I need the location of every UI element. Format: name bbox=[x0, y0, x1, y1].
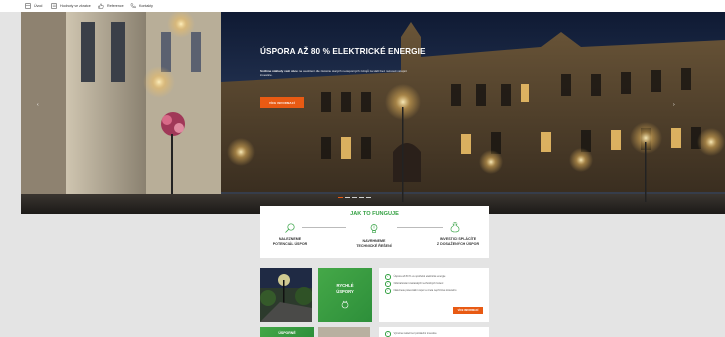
slider-dot[interactable] bbox=[359, 197, 364, 199]
step-connector bbox=[397, 227, 443, 228]
hero-next-arrow-icon[interactable]: › bbox=[673, 102, 675, 108]
step-1-line2: POTENCIÁL ÚSPOR bbox=[272, 241, 308, 246]
tile-line1: RYCHLÉ bbox=[336, 283, 354, 288]
nav-item-references[interactable]: Reference bbox=[98, 2, 124, 10]
economic-tile[interactable]: ÚSPORNÉ bbox=[260, 327, 314, 337]
phone-icon bbox=[130, 3, 136, 9]
check-icon: ✓ bbox=[385, 281, 391, 287]
quick-savings-info: ✓ Úspora až 80 % ve spotřebě elektrické e… bbox=[379, 268, 489, 322]
benefit-text: Úspora až 80 % ve spotřebě elektrické en… bbox=[393, 275, 446, 279]
street-lamp-photo bbox=[260, 268, 312, 322]
nav-item-label: Hodnoty ve zkratce bbox=[60, 4, 91, 8]
slider-dot[interactable] bbox=[366, 197, 371, 199]
slider-dot[interactable] bbox=[352, 197, 357, 199]
check-icon: ✓ bbox=[385, 288, 391, 294]
magnifier-icon bbox=[285, 223, 295, 233]
money-bag-icon bbox=[450, 222, 460, 233]
step-connector bbox=[302, 227, 346, 228]
home-icon bbox=[25, 3, 31, 9]
benefit-text: Naleznete potenciální úspor a zcela nepř… bbox=[393, 289, 457, 293]
hero-banner: ÚSPORA AŽ 80 % ELEKTRICKÉ ENERGIE Snížím… bbox=[21, 12, 725, 214]
step-2-line2: TECHNICKÉ ŘEŠENÍ bbox=[356, 243, 392, 248]
nav-item-label: Kontakty bbox=[139, 4, 153, 8]
hero-more-info-button[interactable]: VÍCE INFORMACÍ bbox=[260, 97, 304, 108]
list-icon bbox=[51, 3, 57, 9]
step-1-label: NALEZNEME POTENCIÁL ÚSPOR bbox=[260, 237, 320, 246]
how-it-works-title: JAK TO FUNGUJE bbox=[350, 211, 399, 217]
nav-item-label: Úvod bbox=[34, 4, 43, 8]
slider-dots bbox=[338, 197, 371, 199]
benefit-text: Výměna světel bez počáteční investice bbox=[393, 332, 437, 336]
slider-dot[interactable] bbox=[345, 197, 350, 199]
step-3-label: INVESTICI SPLÁCÍTE Z DOSAŽENÝCH ÚSPOR bbox=[428, 237, 488, 246]
hero-title: ÚSPORA AŽ 80 % ELEKTRICKÉ ENERGIE bbox=[260, 47, 426, 56]
thumbs-up-icon bbox=[98, 3, 104, 9]
how-it-works-panel: JAK TO FUNGUJE NALEZNEME POTENCIÁL ÚSPOR … bbox=[260, 206, 489, 258]
card-more-info-button[interactable]: VÍCE INFORMACÍ bbox=[453, 307, 483, 314]
top-navigation: Úvod Hodnoty ve zkratce Reference Kontak… bbox=[0, 0, 725, 12]
lightbulb-icon bbox=[370, 224, 378, 234]
building-photo bbox=[318, 327, 370, 337]
benefit-item: ✓ Úspora až 80 % ve spotřebě elektrické e… bbox=[385, 274, 445, 280]
check-icon: ✓ bbox=[385, 274, 391, 280]
step-2-label: NAVRHNEME TECHNICKÉ ŘEŠENÍ bbox=[344, 239, 404, 248]
nav-item-contacts[interactable]: Kontakty bbox=[130, 2, 153, 10]
feature-card-row: ÚSPORNÉ ✓ Výměna světel bez počáteční inv… bbox=[260, 327, 489, 337]
feature-card-row: RYCHLÉ ÚSPORY ✓ Úspora až 80 % ve spotřeb… bbox=[260, 268, 489, 324]
benefit-item: ✓ Výměna světel bez počáteční investice bbox=[385, 331, 437, 337]
tile-line2: ÚSPORY bbox=[336, 289, 354, 294]
benefit-item: ✓ Odstraňování zastaralých technických ře… bbox=[385, 281, 443, 287]
benefit-text: Odstraňování zastaralých technických řeš… bbox=[393, 282, 444, 286]
nav-item-home[interactable]: Úvod bbox=[25, 2, 42, 10]
slider-dot[interactable] bbox=[338, 197, 343, 199]
hero-night-town-image bbox=[21, 12, 725, 214]
nav-item-label: Reference bbox=[107, 4, 124, 8]
hero-subtitle: Snížíme náklady vaší obce na osvětlení d… bbox=[260, 69, 410, 77]
tile-line1: ÚSPORNÉ bbox=[278, 331, 296, 335]
benefit-item: ✓ Naleznete potenciální úspor a zcela nep… bbox=[385, 288, 456, 294]
quick-savings-tile[interactable]: RYCHLÉ ÚSPORY bbox=[318, 268, 372, 322]
economic-info: ✓ Výměna světel bez počáteční investice bbox=[379, 327, 489, 337]
nav-item-overview[interactable]: Hodnoty ve zkratce bbox=[51, 2, 91, 10]
hero-prev-arrow-icon[interactable]: ‹ bbox=[37, 102, 39, 108]
step-3-line2: Z DOSAŽENÝCH ÚSPOR bbox=[436, 241, 480, 246]
savings-icon bbox=[341, 300, 349, 309]
check-icon: ✓ bbox=[385, 331, 391, 337]
